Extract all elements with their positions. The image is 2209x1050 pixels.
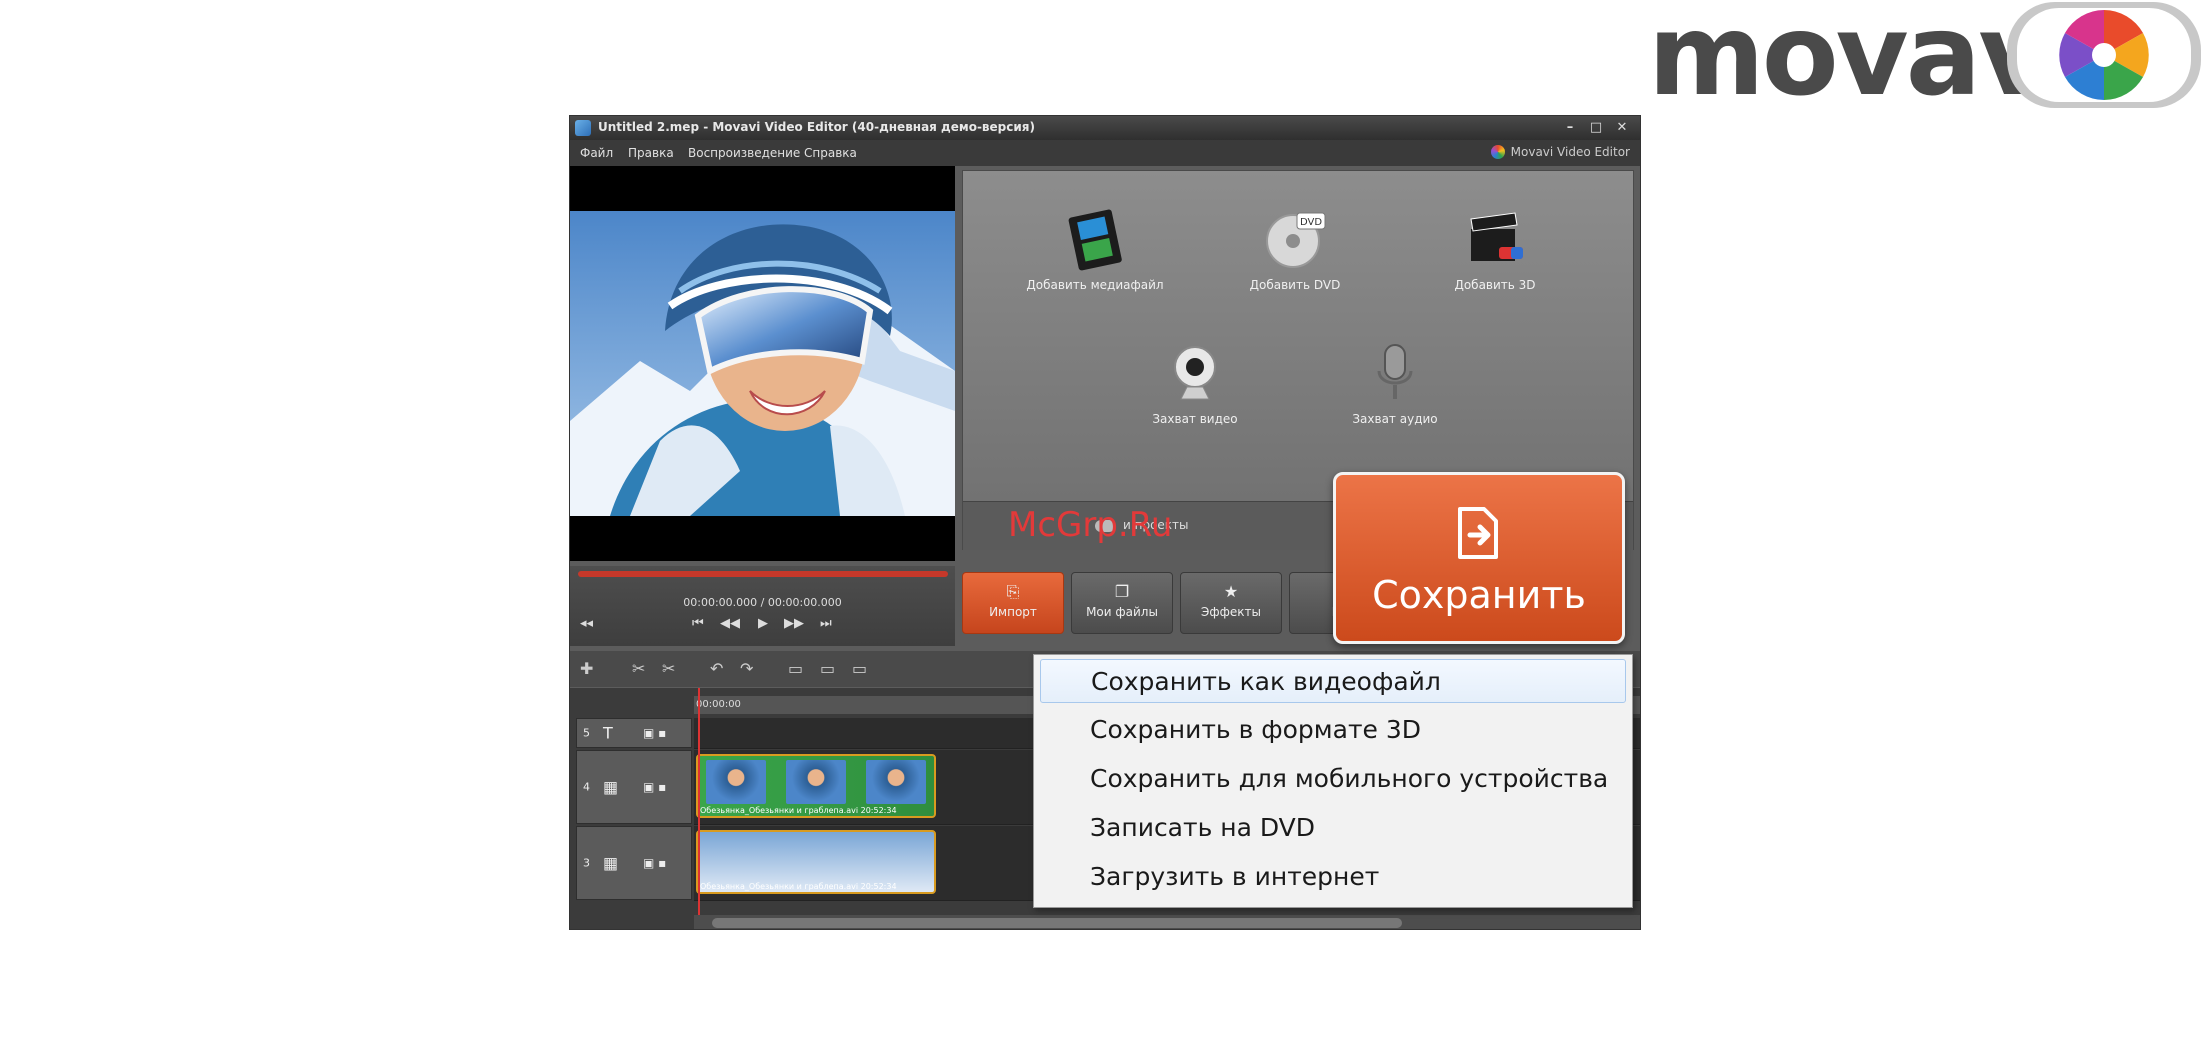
add-3d-button[interactable]: Добавить 3D [1425, 207, 1565, 293]
video-clip[interactable]: Обезьянка_Обезьянки и граблепа.avi 20:52… [696, 754, 936, 818]
tab-import[interactable]: ⎘ Импорт [962, 572, 1064, 634]
clapperboard-3d-icon [1470, 212, 1523, 261]
zoom-out-icon[interactable]: ▭ [788, 659, 803, 678]
movavi-brand: movavi [1640, 0, 2209, 112]
video-track-icon: ▦ [603, 777, 619, 797]
timeline-scrollbar[interactable] [694, 915, 1640, 929]
clip-thumbnail [866, 760, 926, 804]
movavi-mini-logo-icon [1490, 145, 1505, 159]
redo-icon[interactable]: ↷ [740, 659, 753, 678]
app-brand-label: Movavi Video Editor [1490, 145, 1630, 159]
fast-forward-button[interactable]: ▶▶ [784, 616, 804, 631]
menu-bar: Файл Правка Воспроизведение Справка Mova… [570, 140, 1640, 166]
playback-progress[interactable] [578, 571, 948, 577]
video-clip[interactable]: Обезьянка_Обезьянки и граблепа.avi 20:52… [696, 830, 936, 894]
tab-my-files[interactable]: ❐ Мои файлы [1071, 572, 1173, 634]
menu-item-save-3d[interactable]: Сохранить в формате 3D [1040, 708, 1626, 752]
import-icon: ⎘ [1006, 582, 1020, 601]
play-button[interactable]: ▶ [758, 616, 768, 631]
svg-text:DVD: DVD [1300, 217, 1322, 228]
tile-label: Добавить 3D [1454, 278, 1536, 292]
zoom-fit-icon[interactable]: ▭ [820, 659, 835, 678]
clip-caption: Обезьянка_Обезьянки и граблепа.avi 20:52… [700, 882, 897, 891]
tile-label: Захват видео [1152, 412, 1238, 426]
add-track-icon[interactable]: ✚ [580, 659, 593, 678]
close-button[interactable]: ✕ [1610, 118, 1634, 138]
tile-label: Захват аудио [1352, 412, 1438, 426]
menu-edit[interactable]: Правка [628, 146, 674, 160]
minimize-button[interactable]: – [1558, 118, 1582, 138]
webcam-icon [1174, 346, 1216, 400]
film-strip-icon [1068, 209, 1122, 271]
rewind-button[interactable]: ◀◀ [720, 616, 740, 631]
clip-caption: Обезьянка_Обезьянки и граблепа.avi 20:52… [700, 806, 897, 815]
track-header-video-2[interactable]: 3 ▦ ▣ ▪ [576, 826, 692, 900]
timecode: 00:00:00.000 / 00:00:00.000 [683, 596, 842, 609]
split-icon[interactable]: ✂ [662, 659, 675, 678]
volume-icon[interactable]: ◂◂ [580, 616, 593, 631]
menu-item-upload-internet[interactable]: Загрузить в интернет [1040, 855, 1626, 899]
tab-effects[interactable]: ★ Эффекты [1180, 572, 1282, 634]
microphone-icon [1377, 344, 1413, 399]
files-icon: ❐ [1114, 582, 1130, 601]
save-label: Сохранить [1372, 573, 1586, 617]
menu-item-save-mobile[interactable]: Сохранить для мобильного устройства [1040, 757, 1626, 801]
cut-icon[interactable]: ✂ [632, 659, 645, 678]
title-bar: Untitled 2.mep - Movavi Video Editor (40… [570, 116, 1640, 140]
watermark: McGrp.Ru [1008, 505, 1173, 545]
capture-audio-button[interactable]: Захват аудио [1325, 341, 1465, 427]
menu-playback[interactable]: Воспроизведение [688, 146, 800, 160]
export-file-icon [1458, 507, 1498, 559]
star-icon: ★ [1223, 582, 1239, 601]
video-track-icon: ▦ [603, 853, 619, 873]
save-context-menu: Сохранить как видеофайл Сохранить в форм… [1033, 654, 1633, 908]
menu-help[interactable]: Справка [804, 146, 857, 160]
window-title: Untitled 2.mep - Movavi Video Editor (40… [598, 120, 1035, 134]
tile-label: Добавить DVD [1249, 278, 1341, 292]
preview-frame-image [570, 211, 955, 516]
add-dvd-button[interactable]: DVD Добавить DVD [1225, 207, 1365, 293]
dvd-disc-icon: DVD [1266, 212, 1326, 268]
clip-thumbnail [786, 760, 846, 804]
maximize-button[interactable]: □ [1584, 118, 1608, 138]
track-options-icon[interactable]: ▣ ▪ [643, 726, 666, 740]
menu-item-save-video-file[interactable]: Сохранить как видеофайл [1040, 659, 1626, 703]
playhead[interactable] [698, 688, 700, 929]
app-icon [575, 120, 591, 136]
movavi-logo-icon [2007, 2, 2201, 108]
track-header-title[interactable]: 5 T ▣ ▪ [576, 718, 692, 748]
video-preview[interactable] [570, 166, 955, 561]
player-controls: 00:00:00.000 / 00:00:00.000 ◂◂ ⏮ ◀◀ ▶ ▶▶… [570, 566, 955, 646]
capture-video-button[interactable]: Захват видео [1125, 341, 1265, 427]
track-options-icon[interactable]: ▣ ▪ [643, 780, 666, 794]
menu-item-burn-dvd[interactable]: Записать на DVD [1040, 806, 1626, 850]
zoom-in-icon[interactable]: ▭ [852, 659, 867, 678]
tile-label: Добавить медиафайл [1026, 278, 1164, 292]
track-header-video-1[interactable]: 4 ▦ ▣ ▪ [576, 750, 692, 824]
skip-end-button[interactable]: ⏭ [820, 616, 832, 631]
menu-file[interactable]: Файл [580, 146, 613, 160]
clip-thumbnail [706, 760, 766, 804]
undo-icon[interactable]: ↶ [710, 659, 723, 678]
text-track-icon: T [603, 723, 613, 743]
add-media-file-button[interactable]: Добавить медиафайл [1025, 207, 1165, 293]
skip-start-button[interactable]: ⏮ [692, 616, 704, 631]
save-button[interactable]: Сохранить [1333, 472, 1625, 644]
track-options-icon[interactable]: ▣ ▪ [643, 856, 666, 870]
scrollbar-thumb[interactable] [712, 918, 1402, 928]
